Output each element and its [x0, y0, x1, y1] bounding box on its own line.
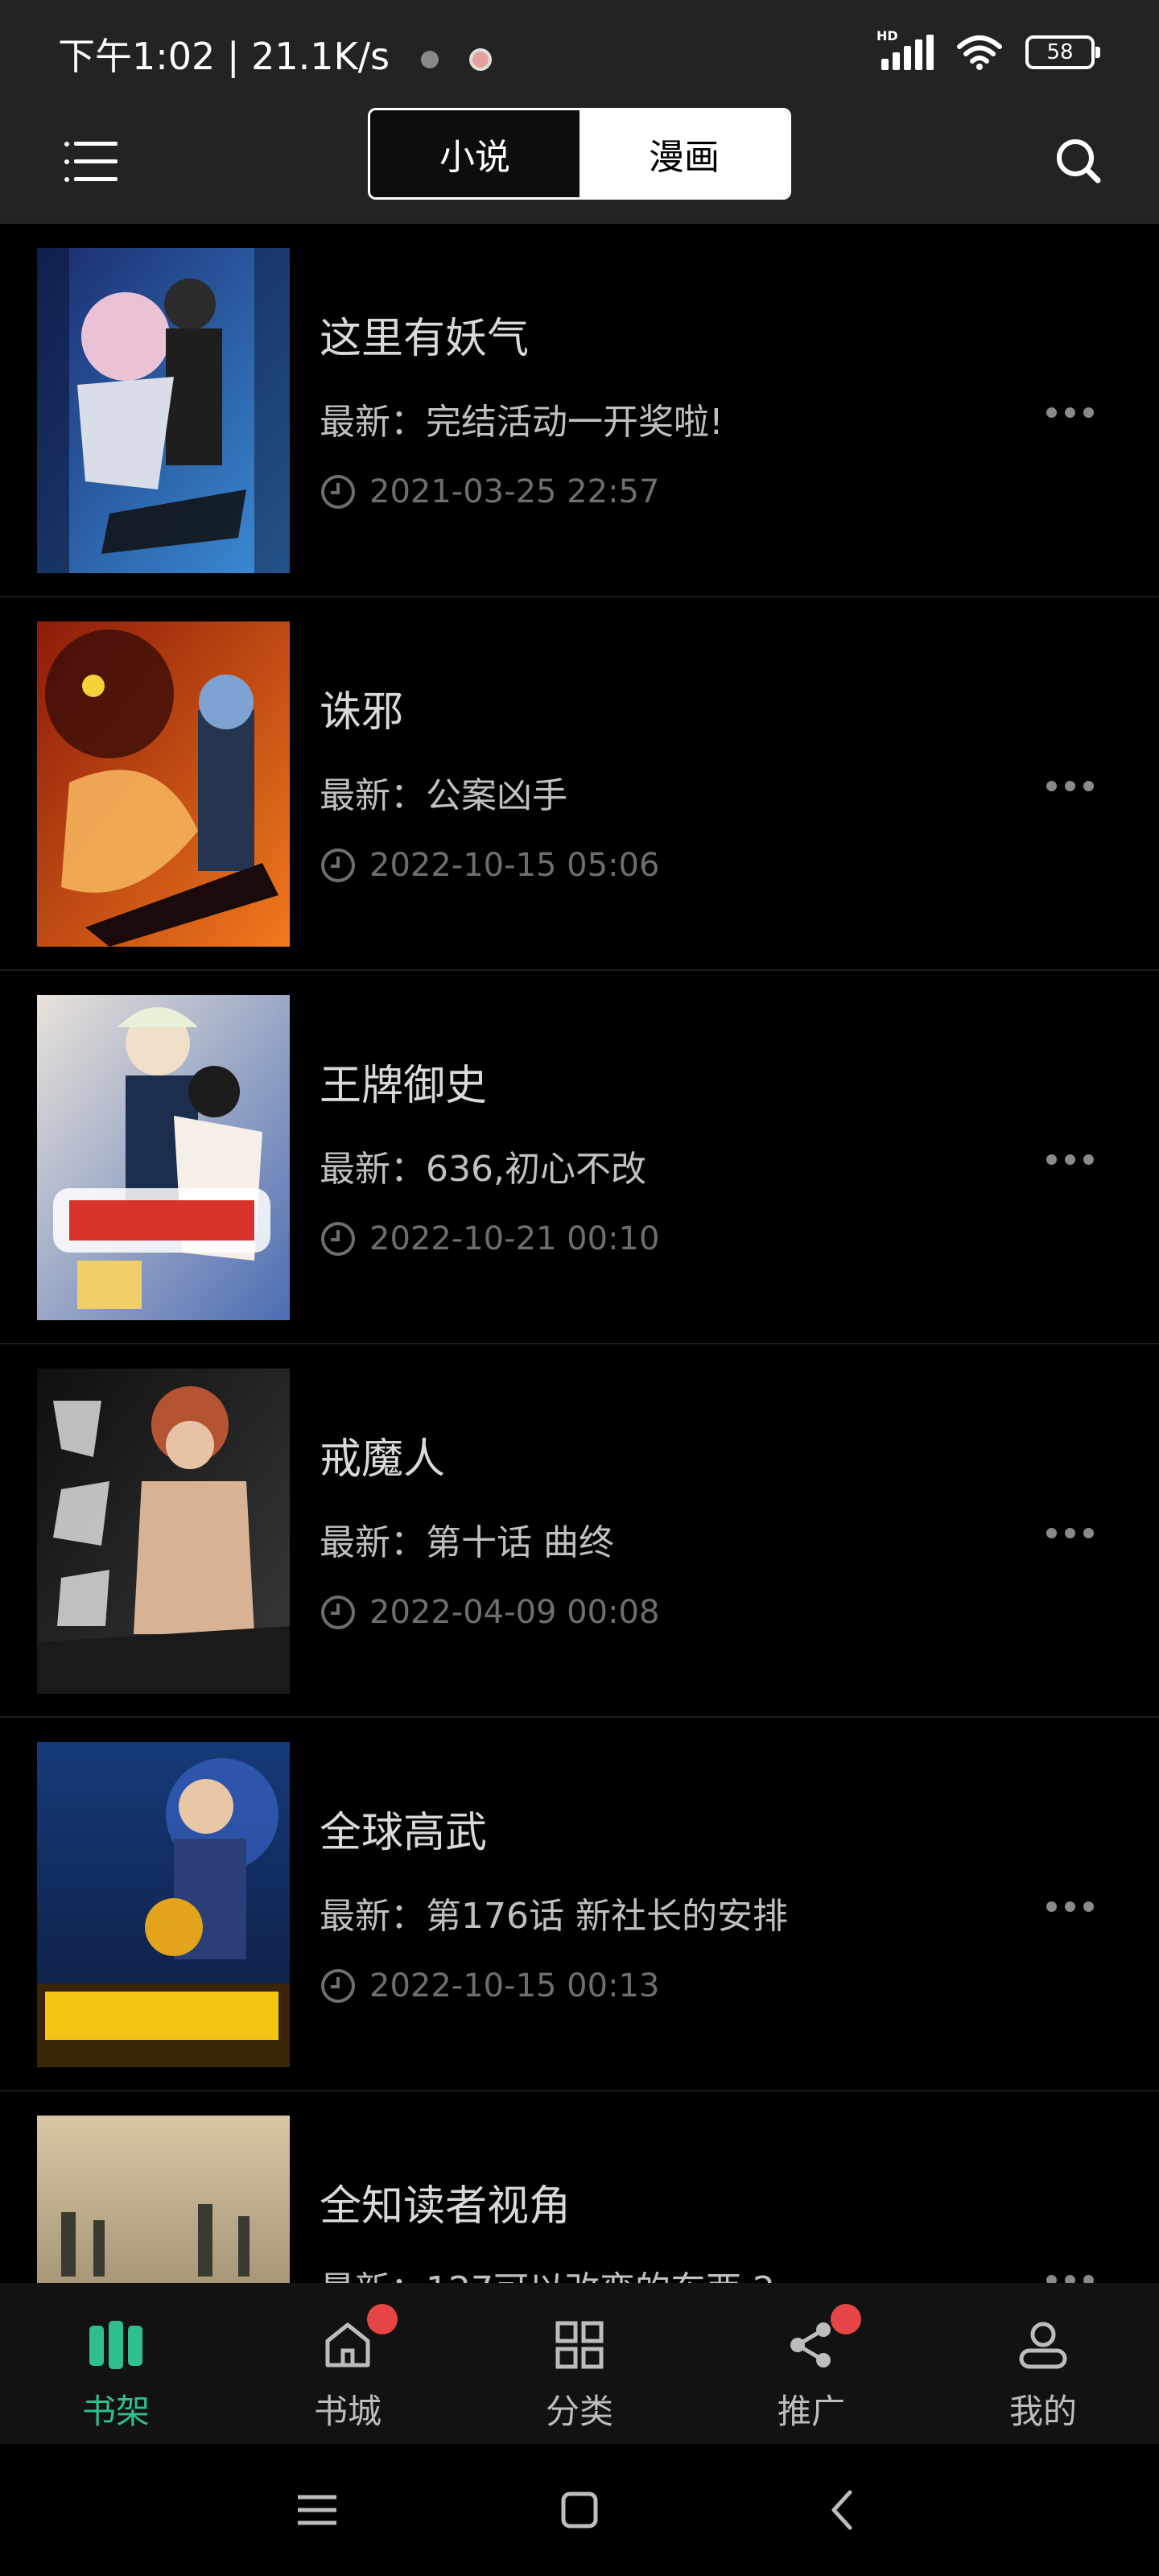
share-icon [790, 2322, 831, 2368]
book-cover [37, 2116, 290, 2283]
menu-icon[interactable] [64, 134, 121, 190]
bottom-nav: 书架 书城 分类 推广 我的 [0, 2283, 1159, 2444]
book-cover [37, 995, 290, 1320]
update-time-text: 2021-03-25 22:57 [369, 473, 660, 510]
bookshelf-icon [89, 2321, 142, 2369]
book-title: 诛邪 [320, 688, 404, 737]
tab-novel[interactable]: 小说 [370, 110, 580, 197]
more-icon[interactable] [1046, 1154, 1094, 1165]
list-item[interactable]: 戒魔人 最新：第十话 曲终 2022-04-09 00:08 [0, 1344, 1159, 1718]
network-speed: 21.1K/s [251, 35, 390, 78]
network-type: HD [876, 28, 898, 43]
back-icon[interactable] [818, 2484, 869, 2536]
tab-label: 推广 [777, 2392, 845, 2431]
clock-icon [321, 1222, 355, 1256]
book-title: 全知读者视角 [320, 2182, 571, 2231]
update-time-text: 2022-10-21 00:10 [369, 1220, 660, 1257]
system-nav-bar [0, 2444, 1159, 2576]
status-bar: 下午1:02 | 21.1K/s HD 58 [0, 0, 1159, 105]
search-icon[interactable] [1046, 129, 1111, 193]
app-header: 小说 漫画 [0, 105, 1159, 224]
clock-icon [321, 475, 355, 509]
notification-badge [367, 2304, 398, 2334]
bookshelf-list: 这里有妖气 最新：完结活动一开奖啦! 2021-03-25 22:57 诛邪 最… [0, 224, 1159, 2283]
tab-bookstore[interactable]: 书城 [267, 2304, 428, 2434]
book-cover [37, 1368, 290, 1694]
latest-chapter: 最新：第十话 曲终 [320, 1522, 614, 1563]
update-time-text: 2022-10-15 05:06 [369, 847, 660, 884]
update-time: 2022-10-21 00:10 [320, 1220, 659, 1257]
category-switch: 小说 漫画 [368, 108, 791, 200]
update-time: 2022-10-15 00:13 [320, 1967, 659, 2004]
list-item[interactable]: 诛邪 最新：公案凶手 2022-10-15 05:06 [0, 597, 1159, 971]
list-item[interactable]: 王牌御史 最新：636,初心不改 2022-10-21 00:10 [0, 971, 1159, 1344]
more-icon[interactable] [1046, 781, 1094, 791]
clock-icon [321, 1596, 355, 1629]
update-time-text: 2022-04-09 00:08 [369, 1594, 660, 1631]
latest-chapter: 最新：完结活动一开奖啦! [320, 402, 724, 443]
list-item[interactable]: 全知读者视角 最新：127可以改变的东西 2 [0, 2091, 1159, 2283]
recent-apps-icon[interactable] [291, 2484, 343, 2536]
book-title: 这里有妖气 [320, 315, 530, 363]
home-icon [325, 2322, 370, 2368]
latest-chapter: 最新：第176话 新社长的安排 [320, 1896, 788, 1937]
more-icon[interactable] [1046, 1901, 1094, 1912]
update-time: 2021-03-25 22:57 [320, 473, 659, 510]
tab-label: 我的 [1008, 2392, 1077, 2431]
status-left: 下午1:02 | 21.1K/s [58, 27, 493, 80]
tab-category[interactable]: 分类 [499, 2310, 660, 2434]
status-time: 下午1:02 [58, 35, 216, 78]
clock-icon [321, 1969, 355, 2003]
status-icons: HD 58 [876, 28, 1100, 72]
profile-icon [1019, 2322, 1067, 2369]
notification-badge [831, 2304, 861, 2334]
book-cover [37, 1742, 290, 2067]
book-cover [37, 248, 290, 573]
home-button-icon[interactable] [554, 2484, 605, 2536]
book-title: 王牌御史 [320, 1062, 488, 1110]
tab-label: 书城 [313, 2392, 382, 2431]
battery-icon: 58 [1025, 35, 1100, 69]
latest-chapter: 最新：公案凶手 [320, 775, 567, 816]
update-time: 2022-04-09 00:08 [320, 1594, 659, 1631]
tab-profile[interactable]: 我的 [963, 2310, 1124, 2434]
tab-label: 分类 [545, 2392, 613, 2431]
app-notification-icon [469, 47, 493, 71]
grid-icon [555, 2321, 604, 2369]
list-item[interactable]: 全球高武 最新：第176话 新社长的安排 2022-10-15 00:13 [0, 1718, 1159, 2091]
clock-icon [321, 848, 355, 882]
list-item[interactable]: 这里有妖气 最新：完结活动一开奖啦! 2021-03-25 22:57 [0, 224, 1159, 597]
book-title: 全球高武 [320, 1809, 488, 1857]
more-icon[interactable] [1046, 407, 1094, 418]
more-icon[interactable] [1046, 1528, 1094, 1538]
book-title: 戒魔人 [320, 1435, 446, 1484]
wifi-icon [957, 35, 1002, 70]
book-cover [37, 621, 290, 947]
update-time-text: 2022-10-15 00:13 [369, 1967, 660, 2004]
tab-bookshelf[interactable]: 书架 [35, 2310, 196, 2434]
battery-level: 58 [1046, 40, 1074, 64]
tab-comic[interactable]: 漫画 [580, 110, 789, 197]
latest-chapter: 最新：636,初心不改 [320, 1149, 646, 1190]
update-time: 2022-10-15 05:06 [320, 847, 659, 884]
signal-icon: HD [876, 28, 934, 70]
tab-label: 书架 [81, 2392, 150, 2431]
tab-promote[interactable]: 推广 [731, 2304, 892, 2434]
notification-icon [420, 50, 439, 68]
latest-chapter: 最新：127可以改变的东西 2 [320, 2260, 775, 2283]
more-icon[interactable] [1046, 2275, 1094, 2283]
